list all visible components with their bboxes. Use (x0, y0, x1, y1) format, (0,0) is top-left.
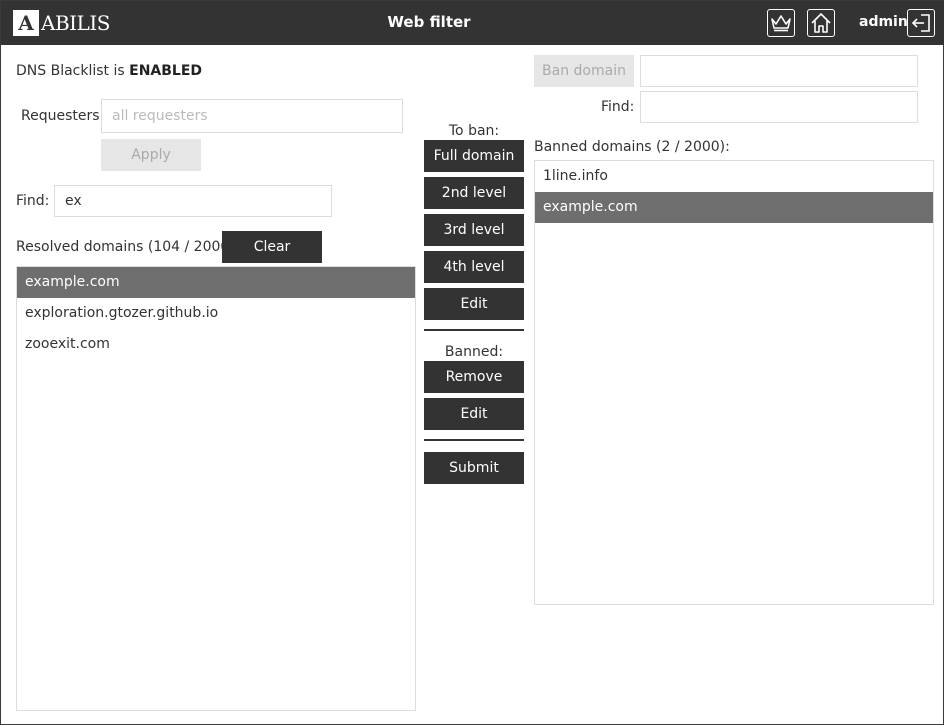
crown-icon-svg (771, 15, 791, 32)
banned-domains-label: Banned domains (2 / 2000): (534, 139, 730, 155)
divider (424, 329, 524, 331)
fourth-level-button[interactable]: 4th level (424, 251, 524, 283)
to-ban-label: To ban: (448, 123, 500, 139)
status-prefix: DNS Blacklist is (16, 63, 125, 79)
full-domain-button[interactable]: Full domain (424, 140, 524, 172)
find-value: ex (65, 193, 82, 209)
user-name: admin (859, 14, 908, 30)
ban-domain-input[interactable] (640, 55, 918, 87)
remove-button[interactable]: Remove (424, 361, 524, 393)
requesters-placeholder: all requesters (112, 108, 208, 124)
status-value: ENABLED (129, 63, 203, 79)
banned-find-label: Find: (601, 99, 635, 115)
list-item[interactable]: zooexit.com (17, 329, 415, 360)
find-input[interactable]: ex (54, 185, 332, 217)
app-window: A ABILIS Web filter admin DNS Blacklist … (0, 0, 944, 725)
crown-icon[interactable] (767, 9, 795, 37)
second-level-button[interactable]: 2nd level (424, 177, 524, 209)
clear-button[interactable]: Clear (222, 231, 322, 263)
ban-domain-button[interactable]: Ban domain (534, 55, 634, 87)
resolved-domains-label: Resolved domains (104 / 2000) (16, 239, 235, 255)
find-label: Find: (16, 193, 50, 209)
edit-banned-button[interactable]: Edit (424, 398, 524, 430)
resolved-domains-list[interactable]: example.com exploration.gtozer.github.io z… (16, 266, 416, 711)
home-icon[interactable] (807, 9, 835, 37)
logout-icon[interactable] (907, 9, 935, 37)
banned-domains-list[interactable]: 1line.info example.com (534, 160, 934, 605)
list-item[interactable]: example.com (17, 267, 415, 298)
list-item[interactable]: example.com (535, 192, 933, 223)
submit-button[interactable]: Submit (424, 452, 524, 484)
logout-icon-svg (911, 14, 930, 32)
banned-label: Banned: (444, 344, 504, 360)
list-item[interactable]: 1line.info (535, 161, 933, 192)
edit-to-ban-button[interactable]: Edit (424, 288, 524, 320)
list-item[interactable]: exploration.gtozer.github.io (17, 298, 415, 329)
third-level-button[interactable]: 3rd level (424, 214, 524, 246)
requesters-input[interactable]: all requesters (101, 99, 403, 133)
banned-find-input[interactable] (640, 91, 918, 123)
requesters-label: Requesters (21, 108, 100, 124)
divider (424, 439, 524, 441)
page-title: Web filter (387, 13, 471, 31)
home-icon-svg (811, 13, 831, 33)
header-bar: A ABILIS Web filter admin (1, 1, 944, 45)
dns-blacklist-status: DNS Blacklist is ENABLED (16, 63, 202, 79)
apply-button[interactable]: Apply (101, 139, 201, 171)
